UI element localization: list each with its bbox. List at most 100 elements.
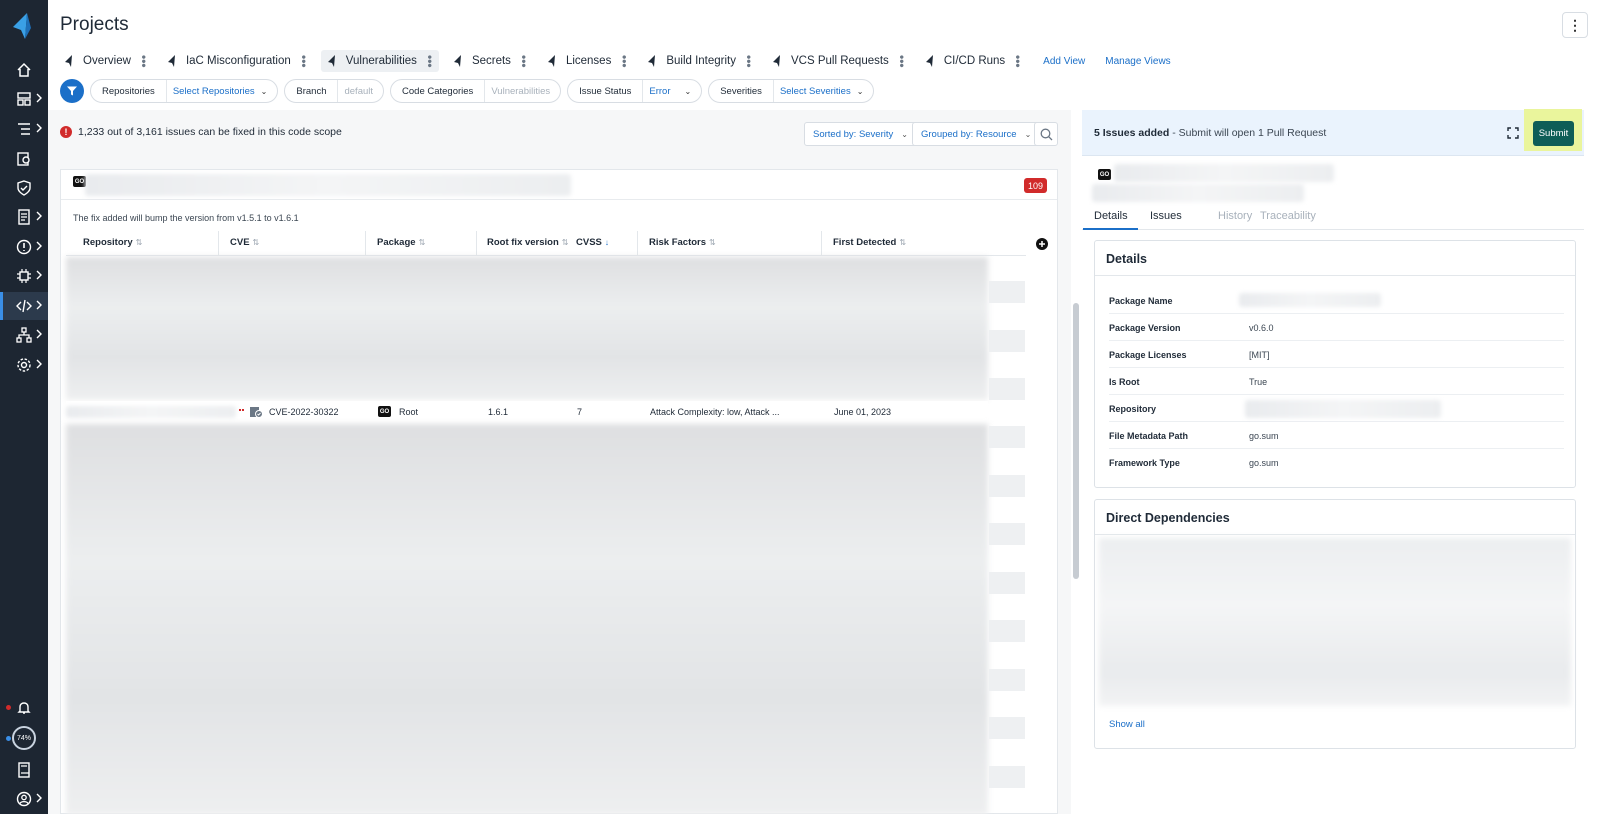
chevron-right-icon [36, 123, 42, 133]
filter-issue-status[interactable]: Issue Status Error ⌄ [567, 79, 703, 103]
filter-branch[interactable]: Branch default [284, 79, 385, 103]
column-risk-factors[interactable]: Risk Factors ⇅ [649, 237, 716, 248]
prisma-icon [547, 55, 555, 67]
tab-details[interactable]: Details [1094, 210, 1128, 222]
tab-secrets[interactable]: Secrets ••• [447, 50, 533, 72]
sidebar-item-docs[interactable] [0, 756, 48, 784]
home-icon [17, 62, 31, 77]
tab-overview[interactable]: Overview ••• [58, 50, 153, 72]
tab-issues[interactable]: Issues [1150, 210, 1182, 222]
prisma-icon [648, 55, 656, 67]
list-icon [18, 123, 30, 135]
sidebar-item-lists[interactable] [0, 115, 48, 143]
tab-build-integrity[interactable]: Build Integrity ••• [641, 50, 758, 72]
filter-label: Repositories [91, 80, 167, 102]
tab-label: Vulnerabilities [345, 55, 417, 67]
detail-tabs: Details Issues History Traceability [1082, 208, 1584, 230]
prisma-icon [327, 55, 335, 67]
direct-dependencies-card: Direct Dependencies [1094, 499, 1576, 749]
chevron-right-icon [36, 93, 42, 103]
tab-iac-misconfiguration[interactable]: IaC Misconfiguration ••• [161, 50, 313, 72]
row-action-cell [989, 669, 1025, 691]
sidebar-item-code-security[interactable] [0, 292, 48, 320]
detail-key: Package Version [1109, 323, 1181, 333]
sidebar-item-home[interactable] [0, 56, 48, 84]
sidebar-item-notifications[interactable] [0, 694, 48, 722]
sort-dropdown[interactable]: Sorted by: Severity ⌄ [804, 122, 917, 146]
results-scrollbar[interactable] [1073, 303, 1079, 579]
tab-vcs-pull-requests[interactable]: VCS Pull Requests ••• [766, 50, 911, 72]
sidebar-item-network[interactable] [0, 321, 48, 349]
page-more-button[interactable]: ⋮ [1562, 12, 1588, 38]
filter-severities[interactable]: Severities Select Severities ⌄ [708, 79, 875, 103]
filter-button[interactable] [60, 79, 84, 103]
redacted-package-title [1114, 164, 1334, 182]
column-repository[interactable]: Repository ⇅ [83, 237, 142, 248]
table-row[interactable]: CVE-2022-30322 GO Root 1.6.1 7 Attack Co… [66, 401, 988, 423]
detail-row-package-version: Package Version v0.6.0 [1109, 314, 1564, 341]
tab-vulnerabilities[interactable]: Vulnerabilities ••• [320, 50, 439, 72]
column-package[interactable]: Package ⇅ [377, 237, 425, 248]
logo-icon[interactable] [11, 12, 37, 40]
package-cell: Root [399, 407, 419, 417]
column-first-detected[interactable]: First Detected ⇅ [833, 237, 906, 248]
tab-licenses[interactable]: Licenses ••• [541, 50, 633, 72]
fullscreen-icon[interactable] [1506, 126, 1520, 140]
tab-menu-icon[interactable]: ••• [895, 55, 909, 68]
detail-value: True [1249, 377, 1268, 387]
tab-label: Licenses [565, 55, 612, 67]
tab-menu-icon[interactable]: ••• [617, 55, 631, 68]
detail-row-is-root: Is Root True [1109, 368, 1564, 395]
sidebar-item-investigate[interactable] [0, 145, 48, 173]
tab-menu-icon[interactable]: ••• [423, 55, 437, 68]
tab-menu-icon[interactable]: ••• [517, 55, 531, 68]
go-icon: GO [1098, 169, 1111, 180]
sidebar-item-alerts[interactable] [0, 233, 48, 261]
add-column-button[interactable] [1027, 231, 1057, 256]
manage-views-link[interactable]: Manage Views [1105, 56, 1170, 67]
network-icon [16, 327, 32, 343]
tab-menu-icon[interactable]: ••• [137, 55, 151, 68]
resource-group-header[interactable]: GO 109 [61, 170, 1057, 200]
cve-id[interactable]: CVE-2022-30322 [269, 407, 339, 417]
filter-label: Issue Status [568, 80, 644, 102]
tab-label: IaC Misconfiguration [185, 55, 291, 67]
tab-cicd-runs[interactable]: CI/CD Runs ••• [919, 50, 1027, 72]
fixable-issues-note: ! 1,233 out of 3,161 issues can be fixed… [60, 126, 342, 138]
column-root-fix-version[interactable]: Root fix version ⇅ [487, 237, 569, 248]
search-button[interactable] [1034, 122, 1058, 146]
chevron-right-icon [36, 211, 42, 221]
chevron-down-icon: ⌄ [856, 86, 864, 96]
sidebar-item-compliance[interactable] [0, 203, 48, 231]
chip-icon [17, 269, 31, 283]
sort-icon: ⇅ [252, 238, 260, 247]
sidebar-item-dashboards[interactable] [0, 85, 48, 113]
group-dropdown[interactable]: Grouped by: Resource ⌄ [912, 122, 1041, 146]
chevron-right-icon [36, 359, 42, 369]
filter-repositories[interactable]: Repositories Select Repositories ⌄ [90, 79, 279, 103]
detail-key: Repository [1109, 404, 1157, 414]
sidebar-item-protect[interactable] [0, 174, 48, 202]
chevron-down-icon: ⌄ [684, 86, 692, 96]
tab-menu-icon[interactable]: ••• [742, 55, 756, 68]
filter-value[interactable]: Select Severities ⌄ [774, 86, 873, 97]
chevron-right-icon [36, 241, 42, 251]
add-view-link[interactable]: Add View [1043, 56, 1085, 67]
tab-menu-icon[interactable]: ••• [1011, 55, 1025, 68]
filter-value[interactable]: Error ⌄ [643, 86, 701, 97]
prisma-icon [453, 55, 461, 67]
sidebar-item-settings[interactable] [0, 351, 48, 379]
sidebar-item-compute[interactable] [0, 262, 48, 290]
sort-icon: ⇅ [561, 238, 569, 247]
progress-ring[interactable]: 74% [12, 726, 36, 750]
show-all-link[interactable]: Show all [1109, 719, 1145, 730]
sidebar-item-profile[interactable] [0, 785, 48, 813]
column-cvss[interactable]: CVSS ↓ [576, 237, 609, 248]
details-title: Details [1106, 252, 1147, 266]
column-cve[interactable]: CVE ⇅ [230, 237, 259, 248]
dot-marker [239, 409, 241, 411]
filter-code-categories[interactable]: Code Categories Vulnerabilities [390, 79, 562, 103]
filter-value[interactable]: Select Repositories ⌄ [167, 86, 278, 97]
submit-button[interactable]: Submit [1533, 121, 1574, 146]
tab-menu-icon[interactable]: ••• [297, 55, 311, 68]
